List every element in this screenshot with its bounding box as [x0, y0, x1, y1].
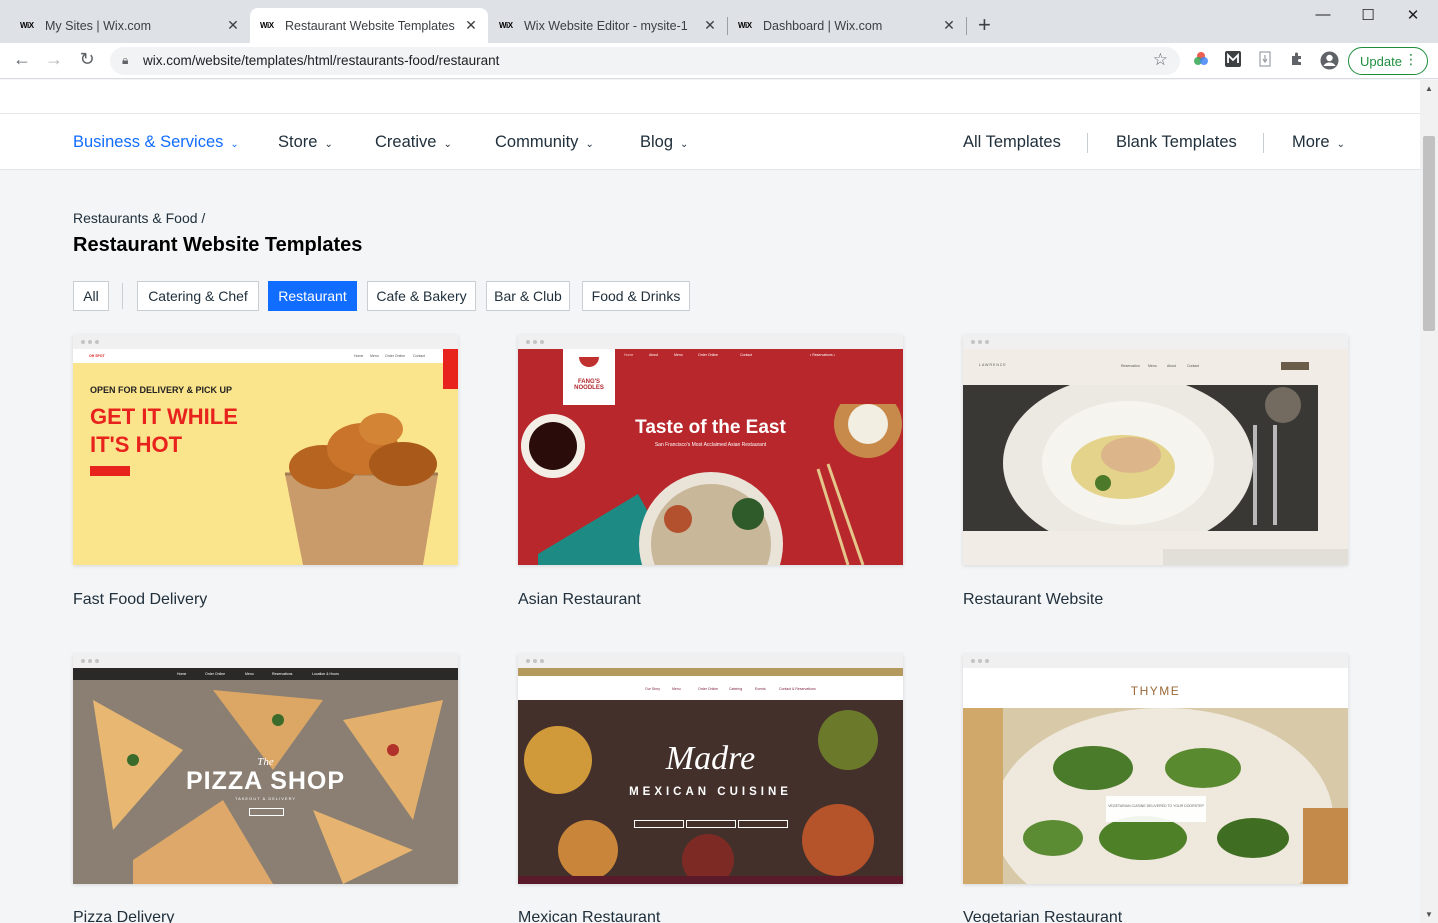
filter-catering-chef[interactable]: Catering & Chef	[137, 281, 259, 311]
template-name[interactable]: Restaurant Website	[963, 591, 1103, 609]
address-bar[interactable]: 🔒︎ wix.com/website/templates/html/restau…	[110, 47, 1180, 75]
preview-browser-chrome	[73, 654, 458, 668]
filter-all[interactable]: All	[73, 281, 109, 311]
preview-browser-chrome	[963, 654, 1348, 668]
scroll-up-arrow-icon[interactable]: ▲	[1420, 84, 1438, 93]
preview-browser-chrome	[963, 335, 1348, 349]
nav-community[interactable]: Community ⌄	[495, 133, 594, 152]
m-extension-icon[interactable]	[1223, 51, 1243, 71]
filter-food-drinks[interactable]: Food & Drinks	[582, 281, 690, 311]
minimize-window-icon[interactable]: —	[1308, 6, 1338, 23]
nav-more[interactable]: More ⌄	[1292, 133, 1345, 152]
tab-separator	[966, 17, 967, 35]
browser-tab-restaurant-templates[interactable]: WiX Restaurant Website Templates | R ✕	[250, 8, 488, 43]
close-tab-icon[interactable]: ✕	[703, 17, 717, 34]
filter-divider	[122, 283, 123, 309]
filter-cafe-bakery[interactable]: Cafe & Bakery	[367, 281, 476, 311]
update-button[interactable]: Update ⋮	[1348, 47, 1428, 75]
template-preview[interactable]: THYME VEGETARIAN CUISINE DELIVERED TO YO…	[963, 654, 1348, 884]
close-window-icon[interactable]: ✕	[1398, 6, 1428, 24]
browser-toolbar: ← → ↻ 🔒︎ wix.com/website/templates/html/…	[0, 43, 1438, 79]
tab-title: Wix Website Editor - mysite-1	[524, 18, 688, 33]
page-extension-icon[interactable]	[1255, 51, 1275, 71]
more-menu-icon[interactable]: ⋮	[1404, 51, 1418, 68]
plated-dish-icon	[963, 385, 1318, 531]
nav-blank-templates[interactable]: Blank Templates	[1116, 133, 1237, 152]
template-preview[interactable]: Our Story Menu Order Online Catering Eve…	[518, 654, 903, 884]
noodle-bowl-icon	[521, 404, 902, 565]
nav-creative[interactable]: Creative ⌄	[375, 133, 452, 152]
update-label: Update	[1360, 53, 1402, 69]
nav-business-services[interactable]: Business & Services ⌄	[73, 133, 239, 152]
page-scrollbar[interactable]: ▲ ▼	[1420, 80, 1438, 923]
chevron-down-icon: ⌄	[443, 139, 452, 150]
preview-brand: OH SPOT	[89, 354, 105, 358]
breadcrumb[interactable]: Restaurants & Food /	[73, 210, 205, 226]
page-viewport: Business & Services ⌄ Store ⌄ Creative ⌄ Co…	[0, 80, 1420, 923]
reload-icon[interactable]: ↻	[75, 49, 99, 70]
site-header-strip	[0, 80, 1420, 114]
nav-divider	[1263, 133, 1264, 153]
nav-all-templates[interactable]: All Templates	[963, 133, 1061, 152]
chevron-down-icon: ⌄	[680, 139, 689, 150]
preview-browser-chrome	[73, 335, 458, 349]
close-tab-icon[interactable]: ✕	[226, 17, 240, 34]
preview-browser-chrome	[518, 654, 903, 668]
filter-bar-club[interactable]: Bar & Club	[486, 281, 570, 311]
wix-favicon-icon: WiX	[260, 21, 274, 30]
browser-tab-my-sites[interactable]: WiX My Sites | Wix.com ✕	[10, 8, 250, 43]
tab-title: Dashboard | Wix.com	[763, 18, 883, 33]
maximize-window-icon[interactable]: ☐	[1353, 6, 1383, 24]
url-text[interactable]: wix.com/website/templates/html/restauran…	[143, 53, 499, 68]
browser-tab-dashboard[interactable]: WiX Dashboard | Wix.com ✕	[728, 8, 966, 43]
template-preview[interactable]: FANG'S NOODLES Home About Menu Order Onl…	[518, 335, 903, 565]
template-name[interactable]: Asian Restaurant	[518, 591, 641, 609]
close-tab-icon[interactable]: ✕	[942, 17, 956, 34]
scroll-down-arrow-icon[interactable]: ▼	[1420, 910, 1438, 919]
color-wheel-extension-icon[interactable]	[1191, 51, 1211, 71]
preview-brand: LAWRENCE	[979, 363, 1007, 367]
nav-store[interactable]: Store ⌄	[278, 133, 333, 152]
template-name[interactable]: Pizza Delivery	[73, 909, 174, 923]
nav-blog[interactable]: Blog ⌄	[640, 133, 688, 152]
new-tab-plus-icon[interactable]: +	[978, 12, 991, 38]
tab-title: My Sites | Wix.com	[45, 18, 152, 33]
wix-favicon-icon: WiX	[20, 21, 34, 30]
filter-restaurant[interactable]: Restaurant	[268, 281, 357, 311]
nav-divider	[1087, 133, 1088, 153]
bookmark-star-icon[interactable]: ☆	[1153, 50, 1168, 70]
chevron-down-icon: ⌄	[230, 139, 239, 150]
chevron-down-icon: ⌄	[1336, 139, 1345, 150]
back-arrow-icon[interactable]: ←	[10, 49, 34, 70]
puzzle-extensions-icon[interactable]	[1287, 51, 1307, 71]
forward-arrow-icon[interactable]: →	[42, 49, 66, 70]
page-title: Restaurant Website Templates	[73, 234, 363, 256]
close-tab-icon[interactable]: ✕	[464, 17, 478, 34]
template-preview[interactable]: LAWRENCE Reservation Menu About Contact	[963, 335, 1348, 565]
preview-logo: FANG'S NOODLES	[563, 349, 615, 405]
template-name[interactable]: Mexican Restaurant	[518, 909, 660, 923]
scrollbar-thumb[interactable]	[1423, 136, 1435, 331]
chevron-down-icon: ⌄	[324, 139, 333, 150]
lock-icon: 🔒︎	[122, 53, 129, 67]
tab-title: Restaurant Website Templates | R	[285, 18, 458, 33]
wix-favicon-icon: WiX	[499, 21, 513, 30]
browser-tab-bar: WiX My Sites | Wix.com ✕ WiX Restaurant …	[0, 0, 1438, 43]
wix-favicon-icon: WiX	[738, 21, 752, 30]
category-nav: Business & Services ⌄ Store ⌄ Creative ⌄ Co…	[0, 114, 1420, 170]
browser-tab-wix-editor[interactable]: WiX Wix Website Editor - mysite-1 ✕	[489, 8, 727, 43]
template-preview[interactable]: OH SPOT Home Menu Order Online Contact O…	[73, 335, 458, 565]
template-name[interactable]: Fast Food Delivery	[73, 591, 207, 609]
template-preview[interactable]: Home Order Online Menu Reservations Loca…	[73, 654, 458, 884]
chevron-down-icon: ⌄	[585, 139, 594, 150]
preview-browser-chrome	[518, 335, 903, 349]
fried-chicken-bucket-icon	[285, 413, 438, 565]
profile-avatar-icon[interactable]	[1319, 51, 1339, 71]
template-name[interactable]: Vegetarian Restaurant	[963, 909, 1122, 923]
